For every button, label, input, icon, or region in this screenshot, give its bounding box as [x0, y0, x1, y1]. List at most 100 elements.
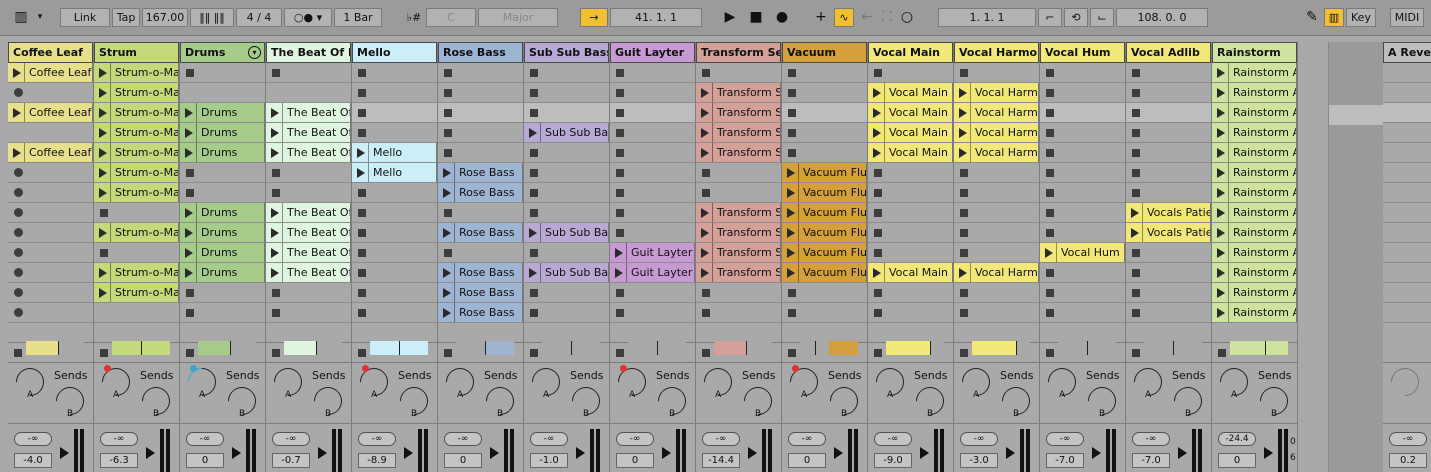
track-header[interactable]: Coffee Leaf	[8, 42, 93, 63]
capture-midi-icon[interactable]: ⛶	[878, 8, 896, 27]
clip-slot[interactable]: The Beat Of H	[266, 203, 351, 223]
peak-level-display[interactable]: -∞	[444, 432, 482, 446]
clip-play-icon[interactable]	[13, 108, 21, 118]
clip-slot[interactable]: Coffee Leaf	[8, 63, 93, 83]
clip[interactable]: Sub Sub Bass	[524, 263, 609, 282]
follow-arrow-icon[interactable]: →	[580, 8, 608, 27]
clip-play-icon[interactable]	[185, 208, 193, 218]
clip-play-icon[interactable]	[873, 128, 881, 138]
clip-slot[interactable]: Vocal Harmony	[954, 143, 1039, 163]
clip-slot[interactable]: Mello	[352, 143, 437, 163]
clip-slot[interactable]	[266, 303, 351, 323]
link-button[interactable]: Link	[60, 8, 110, 27]
clip-stop-icon[interactable]	[444, 209, 452, 217]
clip[interactable]: Transform Se	[696, 83, 781, 102]
clip-play-icon[interactable]	[443, 308, 451, 318]
clip-play-icon[interactable]	[701, 108, 709, 118]
key-map-button[interactable]: Key	[1346, 8, 1376, 27]
clip-play-icon[interactable]	[959, 148, 967, 158]
clip-slot[interactable]	[1040, 143, 1125, 163]
clip-stop-icon[interactable]	[1132, 169, 1140, 177]
clip-stop-icon[interactable]	[702, 69, 710, 77]
clip-slot[interactable]: Rainstorm Auto	[1212, 283, 1297, 303]
clip-stop-icon[interactable]	[358, 249, 366, 257]
clip[interactable]: Rose Bass	[438, 303, 523, 322]
clip-stop-icon[interactable]	[1132, 89, 1140, 97]
clip-stop-icon[interactable]	[358, 69, 366, 77]
volume-fader-handle[interactable]	[1264, 447, 1273, 459]
chevron-down-icon[interactable]: ▾	[33, 8, 47, 27]
clip[interactable]: Vocal Main	[868, 123, 953, 142]
clip-stop-icon[interactable]	[702, 309, 710, 317]
clip-play-icon[interactable]	[13, 68, 21, 78]
clip-slot[interactable]: Strum-o-Matic	[94, 143, 179, 163]
track-header[interactable]: Vocal Harmon	[954, 42, 1039, 63]
clip-slot[interactable]	[94, 203, 179, 223]
clip-slot[interactable]	[1040, 203, 1125, 223]
volume-fader-handle[interactable]	[1006, 447, 1015, 459]
clip-slot[interactable]: Strum-o-Matic	[94, 83, 179, 103]
clip-stop-icon[interactable]	[788, 149, 796, 157]
peak-level-display[interactable]: -24.4	[1218, 432, 1256, 446]
loop-start-field[interactable]: 1. 1. 1	[938, 8, 1036, 27]
clip-stop-icon[interactable]	[1046, 269, 1054, 277]
clip-slot[interactable]: Vacuum Fluffer	[782, 183, 867, 203]
clip-slot[interactable]: Vocal Main	[868, 143, 953, 163]
clip[interactable]: Vocal Main	[868, 143, 953, 162]
clip-slot[interactable]: Transform Se	[696, 83, 781, 103]
clip[interactable]: Strum-o-Matic	[94, 103, 179, 122]
clip-stop-icon[interactable]	[1046, 189, 1054, 197]
track-header[interactable]: Sub Sub Bass	[524, 42, 609, 63]
clip-slot[interactable]	[610, 63, 695, 83]
clip-slot[interactable]	[868, 183, 953, 203]
clip-stop-icon[interactable]	[788, 129, 796, 137]
clip-slot[interactable]	[524, 283, 609, 303]
clip-slot[interactable]: The Beat Of H	[266, 223, 351, 243]
clip-slot[interactable]	[954, 223, 1039, 243]
clip[interactable]: Vocal Harmony	[954, 83, 1039, 102]
clip-play-icon[interactable]	[529, 228, 537, 238]
clip-slot[interactable]: Strum-o-Matic	[94, 163, 179, 183]
clip-stop-icon[interactable]	[960, 69, 968, 77]
volume-field[interactable]: 0	[444, 453, 482, 468]
clip-stop-icon[interactable]	[444, 109, 452, 117]
clip-slot[interactable]: Rainstorm Auto	[1212, 63, 1297, 83]
clip-slot[interactable]	[266, 183, 351, 203]
clip[interactable]: Mello	[352, 163, 437, 182]
clip-stop-icon[interactable]	[358, 209, 366, 217]
clip-slot[interactable]	[782, 123, 867, 143]
clip-slot[interactable]: Drums	[180, 263, 265, 283]
track-header[interactable]: Vacuum	[782, 42, 867, 63]
clip-play-icon[interactable]	[1217, 168, 1225, 178]
clip-stop-icon[interactable]	[444, 249, 452, 257]
clip[interactable]: Vocal Main	[868, 83, 953, 102]
clip[interactable]: Rainstorm Auto	[1212, 183, 1297, 202]
clip-play-icon[interactable]	[1217, 88, 1225, 98]
volume-fader-handle[interactable]	[232, 447, 241, 459]
clip-stop-icon[interactable]	[616, 169, 624, 177]
clip-play-icon[interactable]	[99, 148, 107, 158]
clip-slot[interactable]	[868, 163, 953, 183]
clip-play-icon[interactable]	[443, 188, 451, 198]
clip-stop-icon[interactable]	[272, 169, 280, 177]
clip-slot[interactable]: Strum-o-Matic	[94, 263, 179, 283]
volume-field[interactable]: 0	[1218, 453, 1256, 468]
clip[interactable]: Strum-o-Matic	[94, 63, 179, 82]
clip-stop-icon[interactable]	[1046, 229, 1054, 237]
clip-slot[interactable]	[438, 143, 523, 163]
clip-slot[interactable]	[954, 243, 1039, 263]
record-slot-icon[interactable]	[14, 268, 23, 277]
clip[interactable]: Sub Sub Bass	[524, 123, 609, 142]
clip-stop-icon[interactable]	[358, 229, 366, 237]
clip-slot[interactable]	[352, 303, 437, 323]
clip-slot[interactable]: Drums	[180, 223, 265, 243]
clip-slot[interactable]: Drums	[180, 243, 265, 263]
clip-stop-icon[interactable]	[960, 189, 968, 197]
volume-field[interactable]: -4.0	[14, 453, 52, 468]
clip-slot[interactable]: Rainstorm Auto	[1212, 223, 1297, 243]
clip-slot[interactable]: Vacuum Fluffer	[782, 223, 867, 243]
clip-slot[interactable]: Strum-o-Matic	[94, 223, 179, 243]
clip-slot[interactable]	[1040, 263, 1125, 283]
clip-play-icon[interactable]	[529, 268, 537, 278]
arrangement-position-field[interactable]: 41. 1. 1	[610, 8, 702, 27]
